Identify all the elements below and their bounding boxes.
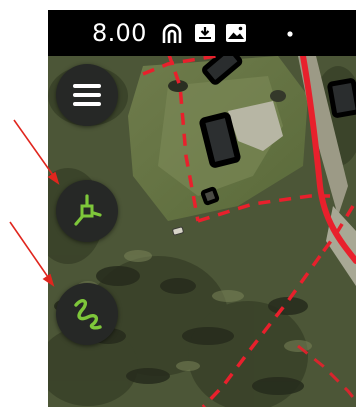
building-east: [327, 78, 356, 118]
phone-screen: 8.00: [48, 10, 356, 407]
menu-icon: [73, 84, 101, 106]
building-shed: [200, 186, 220, 206]
arch-app-icon: [162, 23, 182, 43]
screenshot-canvas: 8.00: [0, 0, 356, 407]
freehand-draw-button[interactable]: [56, 283, 118, 345]
status-bar: 8.00: [48, 10, 356, 56]
status-time: 8.00: [92, 19, 147, 47]
waypoint-node-icon: [74, 194, 102, 226]
notification-dot-icon: [287, 31, 293, 37]
annotation-arrow: [9, 221, 51, 281]
download-icon: [195, 24, 215, 42]
menu-button[interactable]: [56, 64, 118, 126]
dark-patch: [270, 90, 286, 102]
freehand-draw-icon: [74, 299, 102, 330]
image-icon: [226, 24, 246, 42]
waypoint-node-button[interactable]: [56, 180, 118, 242]
